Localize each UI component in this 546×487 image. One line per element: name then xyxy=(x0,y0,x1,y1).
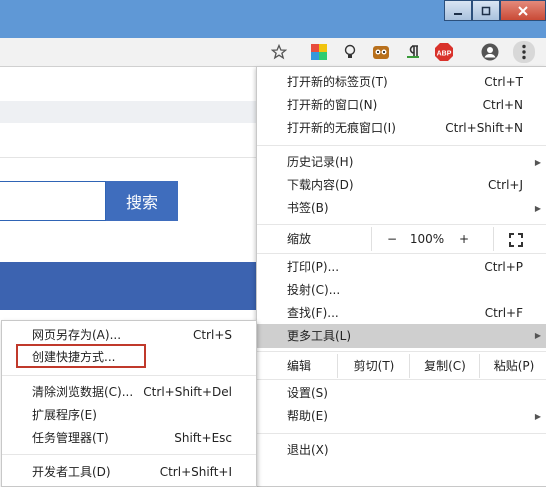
menu-item-shortcut: Ctrl+Shift+N xyxy=(445,121,523,135)
menu-item-bookmarks[interactable]: 书签(B) ▶ xyxy=(257,197,546,220)
submenu-arrow-icon: ▶ xyxy=(534,412,541,421)
submenu-item-clear-data[interactable]: 清除浏览数据(C)... Ctrl+Shift+Del xyxy=(2,381,256,404)
menu-item-label: 扩展程序(E) xyxy=(32,408,97,422)
menu-separator xyxy=(2,375,256,376)
close-button[interactable] xyxy=(500,0,546,21)
search-input[interactable] xyxy=(0,181,106,221)
menu-item-find[interactable]: 查找(F)... Ctrl+F xyxy=(257,302,546,325)
copy-button[interactable]: 复制(C) xyxy=(409,354,480,378)
menu-item-cast[interactable]: 投射(C)... xyxy=(257,279,546,302)
menu-item-label: 打开新的窗口(N) xyxy=(287,98,378,112)
menu-item-label: 退出(X) xyxy=(287,443,329,457)
zoom-label: 缩放 xyxy=(287,232,312,246)
menu-item-incognito[interactable]: 打开新的无痕窗口(I) Ctrl+Shift+N xyxy=(257,117,546,140)
lightbulb-extension-icon[interactable] xyxy=(340,42,360,62)
zoom-in-button[interactable]: + xyxy=(449,227,479,251)
menu-item-downloads[interactable]: 下载内容(D) Ctrl+J xyxy=(257,174,546,197)
menu-edit-row: 编辑 剪切(T) 复制(C) 粘贴(P) xyxy=(257,354,546,378)
menu-item-new-tab[interactable]: 打开新的标签页(T) Ctrl+T xyxy=(257,71,546,94)
menu-item-label: 设置(S) xyxy=(287,386,328,400)
menu-item-label: 下载内容(D) xyxy=(287,178,354,192)
menu-item-print[interactable]: 打印(P)... Ctrl+P xyxy=(257,256,546,279)
fullscreen-button[interactable] xyxy=(493,227,538,251)
menu-separator xyxy=(257,253,546,254)
menu-item-shortcut: Ctrl+N xyxy=(482,98,523,112)
menu-item-shortcut: Ctrl+P xyxy=(484,260,523,274)
menu-item-settings[interactable]: 设置(S) xyxy=(257,382,546,405)
menu-item-shortcut: Ctrl+T xyxy=(484,75,523,89)
menu-separator xyxy=(257,145,546,146)
submenu-arrow-icon: ▶ xyxy=(534,331,541,340)
menu-item-shortcut: Ctrl+S xyxy=(192,328,232,342)
svg-text:ABP: ABP xyxy=(437,51,452,58)
menu-item-shortcut: Ctrl+J xyxy=(488,178,523,192)
owl-extension-icon[interactable] xyxy=(371,42,391,62)
menu-separator xyxy=(257,351,546,352)
menu-separator xyxy=(257,224,546,225)
menu-item-label: 清除浏览数据(C)... xyxy=(32,385,134,399)
page-banner xyxy=(0,262,270,310)
colorful-extension-icon[interactable] xyxy=(309,42,329,62)
menu-item-label: 打开新的标签页(T) xyxy=(287,75,388,89)
menu-zoom-row: 缩放 − 100% + xyxy=(257,227,546,251)
close-icon xyxy=(518,5,528,16)
cut-button[interactable]: 剪切(T) xyxy=(337,354,410,378)
search-button[interactable]: 搜索 xyxy=(106,181,178,221)
maximize-button[interactable] xyxy=(472,0,500,21)
menu-separator xyxy=(257,433,546,434)
pilcrow-extension-icon[interactable] xyxy=(403,42,423,62)
menu-item-label: 查找(F)... xyxy=(287,306,339,320)
profile-icon[interactable] xyxy=(480,42,500,62)
submenu-item-task-manager[interactable]: 任务管理器(T) Shift+Esc xyxy=(2,427,256,450)
submenu-arrow-icon: ▶ xyxy=(534,204,541,213)
menu-item-label: 历史记录(H) xyxy=(287,155,354,169)
menu-item-label: 开发者工具(D) xyxy=(32,465,111,479)
menu-item-help[interactable]: 帮助(E) ▶ xyxy=(257,405,546,428)
menu-separator xyxy=(257,379,546,380)
minimize-icon xyxy=(454,12,462,15)
menu-item-new-window[interactable]: 打开新的窗口(N) Ctrl+N xyxy=(257,94,546,117)
submenu-item-dev-tools[interactable]: 开发者工具(D) Ctrl+Shift+I xyxy=(2,461,256,484)
menu-item-shortcut: Ctrl+Shift+Del xyxy=(143,385,232,399)
star-icon[interactable] xyxy=(269,42,289,62)
chrome-main-menu: 打开新的标签页(T) Ctrl+T 打开新的窗口(N) Ctrl+N 打开新的无… xyxy=(256,66,546,487)
menu-item-history[interactable]: 历史记录(H) ▶ xyxy=(257,151,546,174)
menu-item-more-tools[interactable]: 更多工具(L) ▶ xyxy=(257,324,546,348)
page-nav-band xyxy=(0,101,270,123)
paste-button[interactable]: 粘贴(P) xyxy=(479,354,546,378)
menu-item-exit[interactable]: 退出(X) xyxy=(257,439,546,462)
window-title-bar xyxy=(0,0,546,38)
minimize-button[interactable] xyxy=(444,0,472,21)
menu-item-label: 打印(P)... xyxy=(287,260,340,274)
menu-item-shortcut: Ctrl+Shift+I xyxy=(159,465,232,479)
menu-item-label: 任务管理器(T) xyxy=(32,431,109,445)
adblock-extension-icon[interactable]: ABP xyxy=(434,42,454,62)
submenu-arrow-icon: ▶ xyxy=(534,158,541,167)
edit-label: 编辑 xyxy=(287,359,312,373)
browser-toolbar: ABP xyxy=(0,38,546,67)
menu-item-label: 书签(B) xyxy=(287,201,329,215)
fullscreen-icon xyxy=(509,232,523,247)
menu-item-shortcut: Shift+Esc xyxy=(174,431,232,445)
divider xyxy=(0,157,270,158)
menu-item-label: 帮助(E) xyxy=(287,409,328,423)
menu-item-label: 投射(C)... xyxy=(287,283,341,297)
window-controls xyxy=(444,0,546,21)
zoom-level: 100% xyxy=(409,232,445,246)
submenu-item-extensions[interactable]: 扩展程序(E) xyxy=(2,404,256,427)
menu-item-shortcut: Ctrl+F xyxy=(484,306,523,320)
menu-separator xyxy=(2,454,256,455)
highlight-annotation-box xyxy=(16,344,146,368)
more-menu-icon[interactable] xyxy=(513,41,535,63)
menu-item-label: 更多工具(L) xyxy=(287,329,352,343)
menu-item-label: 打开新的无痕窗口(I) xyxy=(287,121,396,135)
more-tools-submenu: 网页另存为(A)... Ctrl+S 创建快捷方式... 清除浏览数据(C)..… xyxy=(1,320,257,487)
maximize-icon xyxy=(481,6,491,15)
